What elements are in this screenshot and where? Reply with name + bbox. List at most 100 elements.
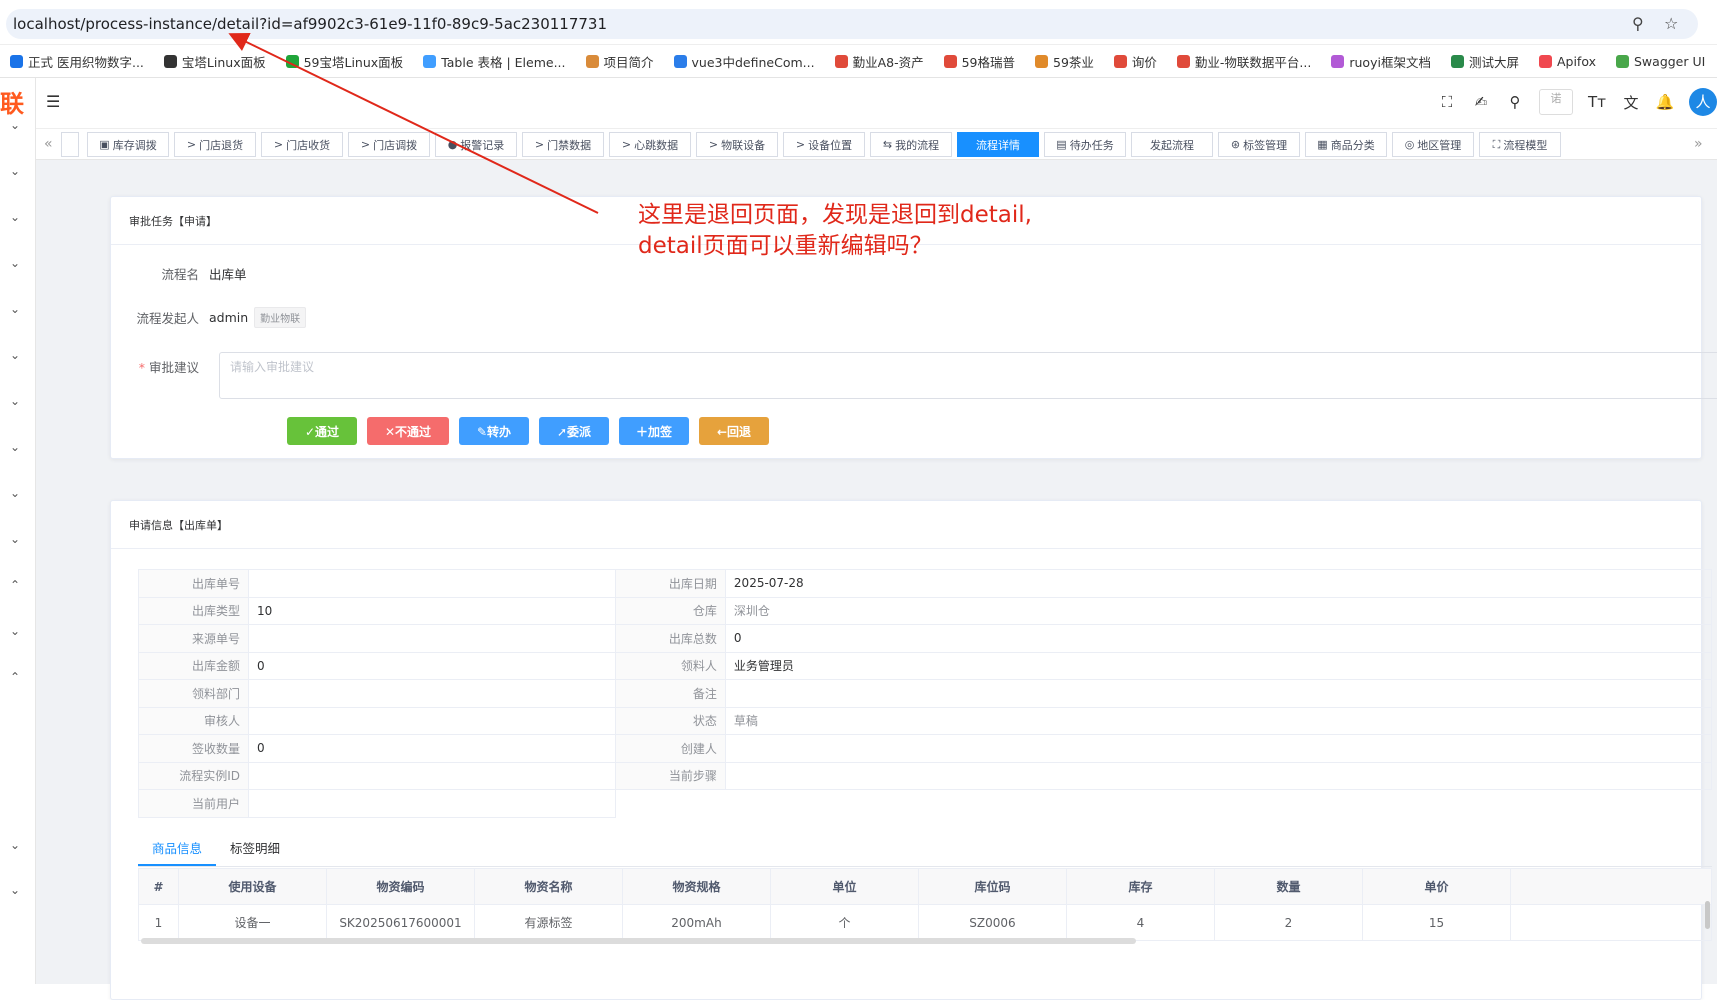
tab-tag-item[interactable]: 流程详情 [957, 132, 1039, 157]
table-cell: 设备一 [178, 904, 327, 941]
tab-tag-item[interactable]: > 心跳数据 [609, 132, 691, 157]
desc-row: 出库类型 10 仓库 深圳仓 [138, 596, 1713, 625]
bookmark-item[interactable]: 59宝塔Linux面板 [276, 52, 414, 71]
tab-tag-item[interactable]: ⇆ 我的流程 [870, 132, 952, 157]
zoom-icon[interactable]: ⚲ [1632, 14, 1644, 33]
bookmark-item[interactable]: 勤业A8-资产 [825, 52, 934, 71]
avatar[interactable]: 人 [1689, 88, 1717, 116]
desc-row: 当前用户 [138, 789, 1712, 818]
tab-tag-item[interactable]: > 门禁数据 [522, 132, 604, 157]
search-input[interactable]: 诺 [1539, 89, 1573, 115]
bookmark-item[interactable]: ruoyi框架文档 [1321, 52, 1441, 71]
table-header-cell[interactable]: # [138, 868, 179, 905]
tag-label: 设备位置 [808, 138, 853, 152]
table-row[interactable]: 1 设备一 SK20250617600001 有源标签 200mAh 个 SZ0006 4 2 1… [138, 904, 1712, 941]
chevron-down-icon[interactable]: ⌄ [5, 624, 25, 638]
bookmark-label: Apifox [1556, 54, 1596, 69]
chevron-down-icon[interactable]: ⌄ [5, 838, 25, 852]
table-header-cell[interactable]: 单价 [1362, 868, 1511, 905]
initiator-dept-badge: 勤业物联 [254, 307, 307, 328]
tab-tag-item[interactable]: > 门店收货 [261, 132, 343, 157]
desc-value [248, 789, 616, 818]
chevron-down-icon[interactable]: ⌄ [5, 394, 25, 408]
chevron-down-icon[interactable]: ⌄ [5, 883, 25, 897]
table-vertical-scrollbar[interactable] [1705, 901, 1710, 929]
tab-tag-item[interactable]: 发起流程 [1131, 132, 1213, 157]
table-header-cell[interactable]: 库存 [1066, 868, 1215, 905]
bookmark-favicon-icon [1450, 55, 1464, 68]
bookmark-item[interactable]: 宝塔Linux面板 [154, 52, 276, 71]
chevron-down-icon[interactable]: ⌄ [5, 440, 25, 454]
tab-tag-item[interactable]: ● 报警记录 [435, 132, 517, 157]
transfer-button[interactable]: ✎转办 [459, 417, 529, 445]
chevron-down-icon[interactable]: ⌄ [5, 256, 25, 270]
menu-toggle-icon[interactable]: ☰ [46, 92, 60, 111]
chevron-up-icon[interactable]: ⌃ [5, 578, 25, 592]
theme-icon[interactable]: ✍ [1471, 93, 1491, 111]
bookmark-favicon-icon [423, 55, 437, 68]
chevron-down-icon[interactable]: ⌄ [5, 486, 25, 500]
url-field[interactable]: localhost/process-instance/detail?id=af9… [6, 9, 1698, 39]
tags-scroll-right-icon[interactable]: » [1694, 136, 1703, 152]
table-header-cell[interactable]: 物资规格 [622, 868, 771, 905]
chevron-down-icon[interactable]: ⌄ [5, 348, 25, 362]
tab-tag-item[interactable]: > 物联设备 [696, 132, 778, 157]
bookmark-item[interactable]: Table 表格 | Eleme... [413, 52, 575, 71]
app-logo: 联 [0, 90, 24, 118]
chevron-up-icon[interactable]: ⌃ [5, 670, 25, 684]
bookmark-item[interactable]: 勤业-物联数据平台... [1167, 52, 1321, 71]
tab-tag-item[interactable]: ⊛ 标签管理 [1218, 132, 1300, 157]
table-header-cell[interactable]: 物资编码 [326, 868, 475, 905]
suggestion-textarea[interactable]: 请输入审批建议 [219, 352, 1717, 399]
bell-icon[interactable]: 🔔 [1655, 93, 1675, 111]
table-header-cell[interactable]: 单位 [770, 868, 919, 905]
tab-tag-item[interactable]: ▤ 待办任务 [1044, 132, 1126, 157]
bookmark-item[interactable]: 测试大屏 [1441, 52, 1529, 71]
tag-blank[interactable] [61, 132, 79, 157]
tab-tag-item[interactable]: > 门店调拨 [348, 132, 430, 157]
table-header-cell[interactable]: 库位码 [918, 868, 1067, 905]
bookmark-item[interactable]: 59格瑞普 [934, 52, 1025, 71]
table-header-cell[interactable]: 数量 [1214, 868, 1363, 905]
required-mark: * [138, 360, 149, 375]
chevron-down-icon[interactable]: ⌄ [5, 532, 25, 546]
bookmark-item[interactable]: vue3中defineCom... [664, 52, 825, 71]
font-size-icon[interactable]: Tт [1587, 93, 1607, 111]
tab-tag-item[interactable]: ⛶ 流程模型 [1479, 132, 1561, 157]
tab-goods-info[interactable]: 商品信息 [138, 831, 217, 866]
bookmark-item[interactable]: 询价 [1104, 52, 1167, 71]
bookmark-item[interactable]: 项目简介 [576, 52, 664, 71]
bookmark-item[interactable]: 正式 医用织物数字... [0, 52, 154, 71]
delegate-button[interactable]: ➚委派 [539, 417, 609, 445]
bookmark-label: 59格瑞普 [961, 55, 1015, 70]
chevron-down-icon[interactable]: ⌄ [5, 210, 25, 224]
search-icon[interactable]: ⚲ [1505, 93, 1525, 111]
tags-view-bar: « ▣ 库存调拨 > 门店退货 > 门店收货 > 门店调拨 ● 报警记录 > 门禁数据 > … [36, 128, 1717, 160]
return-button[interactable]: ←回退 [699, 417, 769, 445]
url-text[interactable]: localhost/process-instance/detail?id=af9… [13, 15, 607, 33]
bookmark-item[interactable]: 59茶业 [1025, 52, 1104, 71]
table-header-cell[interactable]: 使用设备 [178, 868, 327, 905]
fullscreen-icon[interactable]: ⛶ [1437, 93, 1457, 111]
tab-tag-item[interactable]: ▦ 商品分类 [1305, 132, 1387, 157]
add-sign-button[interactable]: ＋加签 [619, 417, 689, 445]
reject-button[interactable]: ✕不通过 [367, 417, 449, 445]
flow-name-label: 流程名 [161, 267, 199, 282]
table-header-cell[interactable]: 物资名称 [474, 868, 623, 905]
chevron-down-icon[interactable]: ⌄ [5, 118, 25, 132]
chevron-down-icon[interactable]: ⌄ [5, 302, 25, 316]
chevron-down-icon[interactable]: ⌄ [5, 164, 25, 178]
tags-scroll-left-icon[interactable]: « [44, 136, 53, 152]
star-bookmark-icon[interactable]: ☆ [1664, 14, 1678, 33]
table-horizontal-scrollbar[interactable] [141, 938, 1136, 944]
desc-value [248, 679, 616, 708]
tab-tag-item[interactable]: ◎ 地区管理 [1392, 132, 1474, 157]
tab-tag-detail[interactable]: 标签明细 [216, 831, 294, 866]
bookmark-item[interactable]: Apifox [1529, 54, 1606, 69]
tab-tag-item[interactable]: > 门店退货 [174, 132, 256, 157]
tab-tag-item[interactable]: > 设备位置 [783, 132, 865, 157]
tab-tag-item[interactable]: ▣ 库存调拨 [87, 132, 169, 157]
language-icon[interactable]: 文 [1621, 92, 1641, 113]
approve-button[interactable]: ✓通过 [287, 417, 357, 445]
bookmark-item[interactable]: Swagger UI [1606, 54, 1715, 69]
